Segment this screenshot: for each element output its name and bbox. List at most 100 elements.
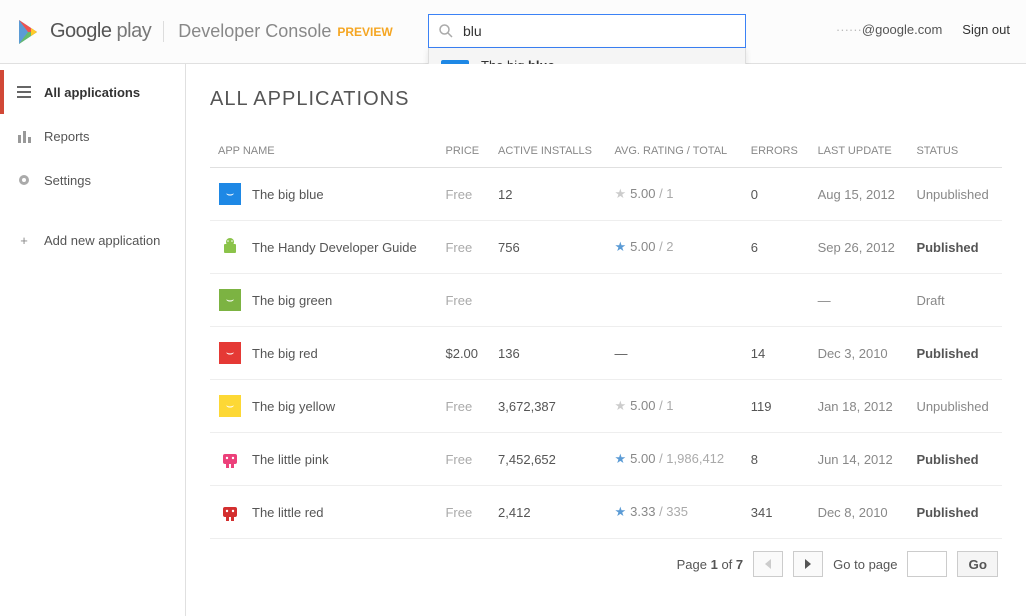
last-update-cell: Jan 18, 2012 [810,380,909,433]
page-indicator: Page 1 of 7 [677,557,744,572]
column-header[interactable]: ACTIVE INSTALLS [490,135,606,168]
sidebar: All applications Reports Settings + Add ne… [0,64,186,616]
app-name: The big green [252,293,332,308]
sidebar-item-label: Reports [44,129,90,144]
table-row[interactable]: The Handy Developer Guide Free 756 ★5.00… [210,221,1002,274]
status-cell: Published [908,327,1002,380]
last-update-cell: Dec 8, 2010 [810,486,909,539]
add-app-label: Add new application [44,233,160,248]
installs-cell: 2,412 [490,486,606,539]
table-row[interactable]: ⌣The big red $2.00 136 — 14 Dec 3, 2010 … [210,327,1002,380]
errors-cell: 119 [743,380,810,433]
prev-page-button[interactable] [753,551,783,577]
logo-text-sub: play [112,20,152,42]
last-update-cell: — [810,274,909,327]
gear-icon [16,172,32,188]
user-area: ······@google.com Sign out [836,22,1010,37]
header: Google play Developer Console PREVIEW ⌣ … [0,0,1026,64]
errors-cell: 341 [743,486,810,539]
goto-label: Go to page [833,557,897,572]
rating-cell: ★5.00 / 1 [606,380,742,433]
app-icon [218,235,242,259]
price-cell: Free [437,168,490,221]
sidebar-item-all-applications[interactable]: All applications [0,70,185,114]
pager: Page 1 of 7 Go to page Go [210,539,1002,589]
search-icon [438,23,454,42]
chevron-left-icon [764,559,772,569]
status-cell: Published [908,486,1002,539]
logo-text-main: Google [50,20,112,42]
sidebar-item-settings[interactable]: Settings [0,158,185,202]
go-button[interactable]: Go [957,551,998,577]
status-cell: Draft [908,274,1002,327]
price-cell: Free [437,433,490,486]
installs-cell: 12 [490,168,606,221]
play-store-icon [16,18,42,46]
star-icon: ★ [614,398,626,413]
sidebar-item-reports[interactable]: Reports [0,114,185,158]
goto-page-input[interactable] [907,551,947,577]
status-cell: Unpublished [908,168,1002,221]
next-page-button[interactable] [793,551,823,577]
sign-out-link[interactable]: Sign out [962,22,1010,37]
column-header[interactable]: STATUS [908,135,1002,168]
app-icon [218,447,242,471]
installs-cell: 136 [490,327,606,380]
play-logo: Google play [16,18,151,46]
errors-cell: 0 [743,168,810,221]
console-label: Developer Console [163,21,331,42]
app-name: The big red [252,346,318,361]
app-name: The big blue [252,187,324,202]
price-cell: Free [437,486,490,539]
preview-tag: PREVIEW [337,25,392,39]
installs-cell: 756 [490,221,606,274]
rating-cell [606,274,742,327]
main-content: ALL APPLICATIONS APP NAMEPRICEACTIVE INS… [186,64,1026,616]
app-icon: ⌣ [218,288,242,312]
errors-cell: 14 [743,327,810,380]
table-row[interactable]: The little red Free 2,412 ★3.33 / 335 34… [210,486,1002,539]
app-icon [218,500,242,524]
last-update-cell: Jun 14, 2012 [810,433,909,486]
last-update-cell: Sep 26, 2012 [810,221,909,274]
price-cell: Free [437,380,490,433]
bars-icon [16,128,32,144]
add-new-application[interactable]: + Add new application [0,218,185,262]
rating-cell: ★5.00 / 2 [606,221,742,274]
app-name: The Handy Developer Guide [252,240,417,255]
app-name: The big yellow [252,399,335,414]
star-icon: ★ [614,239,626,254]
rating-cell: ★5.00 / 1 [606,168,742,221]
last-update-cell: Dec 3, 2010 [810,327,909,380]
column-header[interactable]: PRICE [437,135,490,168]
search-input[interactable] [428,14,746,48]
sidebar-item-label: Settings [44,173,91,188]
app-icon: ⌣ [218,182,242,206]
table-row[interactable]: The little pink Free 7,452,652 ★5.00 / 1… [210,433,1002,486]
chevron-right-icon [804,559,812,569]
price-cell: $2.00 [437,327,490,380]
column-header[interactable]: ERRORS [743,135,810,168]
last-update-cell: Aug 15, 2012 [810,168,909,221]
star-icon: ★ [614,451,626,466]
table-row[interactable]: ⌣ The big yellow Free 3,672,387 ★5.00 / 1… [210,380,1002,433]
page-title: ALL APPLICATIONS [210,88,1002,111]
column-header[interactable]: AVG. RATING / TOTAL [606,135,742,168]
applications-table: APP NAMEPRICEACTIVE INSTALLSAVG. RATING … [210,135,1002,539]
installs-cell: 3,672,387 [490,380,606,433]
installs-cell: 7,452,652 [490,433,606,486]
star-icon: ★ [614,504,626,519]
app-icon: ⌣ [218,341,242,365]
sidebar-item-label: All applications [44,85,140,100]
table-row[interactable]: ⌣The big green Free — Draft [210,274,1002,327]
errors-cell: 8 [743,433,810,486]
app-icon: ⌣ [218,394,242,418]
price-cell: Free [437,221,490,274]
star-icon: ★ [614,186,626,201]
table-row[interactable]: ⌣ The big blue Free 12 ★5.00 / 1 0 Aug 15… [210,168,1002,221]
plus-icon: + [16,232,32,248]
column-header[interactable]: LAST UPDATE [810,135,909,168]
errors-cell: 6 [743,221,810,274]
errors-cell [743,274,810,327]
column-header[interactable]: APP NAME [210,135,437,168]
